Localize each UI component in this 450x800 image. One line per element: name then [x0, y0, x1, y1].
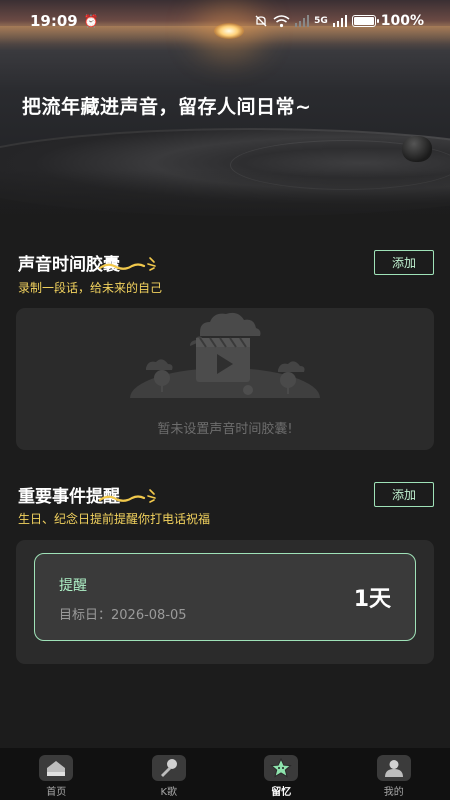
status-time: 19:09 — [30, 12, 78, 30]
add-event-button[interactable]: 添加 — [374, 482, 434, 507]
wifi-icon — [273, 14, 290, 27]
nav-item-memory[interactable]: 留忆 — [225, 748, 338, 800]
nav-label-home: 首页 — [46, 787, 67, 798]
star-icon — [264, 755, 299, 781]
hero-slogan: 把流年藏进声音，留存人间日常~ — [22, 96, 312, 118]
squiggle-decoration-icon — [98, 257, 156, 271]
profile-icon — [376, 755, 411, 781]
bottom-nav: 首页 K歌 留忆 我的 — [0, 748, 450, 800]
signal-icon — [295, 15, 310, 27]
nav-label-profile: 我的 — [383, 787, 404, 798]
capsule-empty-card: 暂未设置声音时间胶囊! — [16, 308, 434, 450]
nav-label-karaoke: K歌 — [160, 787, 178, 798]
reminder-item[interactable]: 提醒 目标日：2026-08-05 1天 — [34, 553, 416, 641]
squiggle-decoration-icon — [98, 489, 156, 503]
status-bar: 19:09 ⏰ 5G 100% — [0, 0, 450, 42]
mute-icon — [255, 15, 267, 27]
reminder-target-date: 目标日：2026-08-05 — [59, 608, 187, 623]
hero-fade — [0, 170, 450, 230]
capsule-empty-text: 暂未设置声音时间胶囊! — [157, 422, 293, 437]
events-subtitle: 生日、纪念日提前提醒你打电话祝福 — [18, 512, 211, 526]
home-icon — [39, 755, 74, 781]
record-spindle — [402, 136, 432, 162]
reminder-title: 提醒 — [59, 578, 87, 594]
network-type: 5G — [314, 16, 328, 26]
battery-icon — [351, 15, 379, 27]
nav-item-profile[interactable]: 我的 — [338, 748, 450, 800]
signal-strong-icon — [332, 15, 347, 27]
alarm-icon: ⏰ — [83, 14, 99, 28]
add-capsule-button[interactable]: 添加 — [374, 250, 434, 275]
reminder-days-left: 1天 — [353, 587, 391, 612]
nav-label-memory: 留忆 — [271, 787, 292, 798]
nav-item-home[interactable]: 首页 — [0, 748, 113, 800]
capsule-subtitle: 录制一段话，给未来的自己 — [18, 281, 163, 295]
empty-video-illustration-icon — [128, 312, 322, 410]
microphone-icon — [151, 755, 186, 781]
nav-item-karaoke[interactable]: K歌 — [113, 748, 226, 800]
battery-percent: 100% — [380, 13, 424, 29]
status-indicators: 5G 100% — [254, 13, 424, 29]
